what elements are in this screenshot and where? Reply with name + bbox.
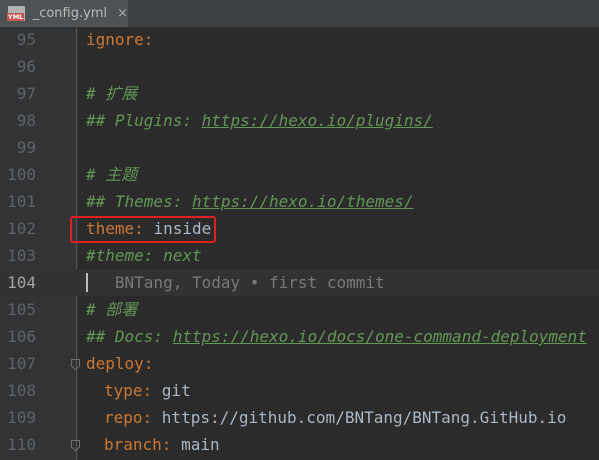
yaml-key: ignore [86,30,144,49]
line-number: 98 [16,111,36,130]
code-line[interactable]: 101 ## Themes: https://hexo.io/themes/ [0,188,599,215]
editor-tab-bar: YML _config.yml × [0,0,599,28]
line-code: # 主题 [86,161,137,188]
code-line[interactable]: 110 branch: main [0,431,599,458]
yaml-punctuation: : [143,30,154,49]
highlight-box [70,216,216,243]
yaml-punctuation: : [161,435,182,454]
line-code: BNTang, Today • first commit [86,269,385,296]
line-number: 102 [7,219,36,238]
code-line[interactable]: 97 # 扩展 [0,80,599,107]
code-line[interactable]: 95 ignore: [0,26,599,53]
code-comment: #theme: next [86,246,202,265]
yaml-punctuation: : [142,381,162,400]
yaml-key: deploy [86,354,144,373]
fold-marker-icon[interactable] [71,440,80,451]
line-code: # 扩展 [86,80,137,107]
tab-config-yml[interactable]: YML _config.yml × [0,0,128,27]
code-line[interactable]: 99 [0,134,599,161]
yaml-punctuation: : [143,354,154,373]
line-code: ## Plugins: https://hexo.io/plugins/ [86,107,433,134]
code-line[interactable]: 103 #theme: next [0,242,599,269]
tab-title: _config.yml [32,6,108,21]
code-comment: # 扩展 [86,84,138,103]
code-editor[interactable]: 95 ignore: 96 97 # 扩展 98 ## Plugins: https://h… [0,28,599,460]
code-comment: ## Docs: [86,327,173,346]
line-code: # 部署 [86,296,137,323]
line-code: deploy: [86,350,153,377]
line-number: 101 [7,192,36,211]
code-line[interactable]: 107 deploy: [0,350,599,377]
yaml-file-icon-label: YML [7,13,25,21]
yaml-punctuation: : [142,408,162,427]
code-line[interactable]: 98 ## Plugins: https://hexo.io/plugins/ [0,107,599,134]
line-number: 99 [16,138,36,157]
line-code: #theme: next [86,242,202,269]
yaml-file-icon: YML [7,6,25,21]
close-icon[interactable]: × [117,6,128,21]
line-number: 95 [16,30,36,49]
comment-link[interactable]: https://hexo.io/plugins/ [202,111,433,130]
yaml-value: https://github.com/BNTang/BNTang.GitHub.… [161,408,567,427]
line-number: 97 [16,84,36,103]
line-number: 109 [7,408,36,427]
code-comment: # 主题 [86,165,138,184]
line-number: 108 [7,381,36,400]
git-blame-annotation: BNTang, Today • first commit [86,273,385,292]
line-code: ignore: [86,26,153,53]
line-number: 100 [7,165,36,184]
comment-link[interactable]: https://hexo.io/docs/one-command-deploym… [173,327,587,346]
yaml-value: main [181,435,220,454]
comment-link[interactable]: https://hexo.io/themes/ [192,192,414,211]
code-comment: ## Themes: [86,192,192,211]
line-code: branch: main [104,431,220,458]
line-number: 96 [16,57,36,76]
code-line[interactable]: 108 type: git [0,377,599,404]
line-code: ## Docs: https://hexo.io/docs/one-comman… [86,323,587,350]
line-number: 110 [7,435,36,454]
line-code: type: git [104,377,191,404]
line-number: 105 [7,300,36,319]
code-line[interactable]: 106 ## Docs: https://hexo.io/docs/one-com… [0,323,599,350]
fold-marker-icon[interactable] [71,359,80,370]
line-number: 106 [7,327,36,346]
code-line[interactable]: 109 repo: https://github.com/BNTang/BNTan… [0,404,599,431]
yaml-key: type [104,381,143,400]
code-comment: ## Plugins: [86,111,202,130]
line-number: 103 [7,246,36,265]
yaml-key: repo [104,408,143,427]
code-comment: # 部署 [86,300,138,319]
line-code: ## Themes: https://hexo.io/themes/ [86,188,414,215]
yaml-value: git [161,381,191,400]
line-number: 104 [7,273,36,292]
code-line[interactable]: 105 # 部署 [0,296,599,323]
code-line[interactable]: 100 # 主题 [0,161,599,188]
yaml-key: branch [104,435,162,454]
line-code: repo: https://github.com/BNTang/BNTang.G… [104,404,566,431]
line-number: 107 [7,354,36,373]
code-line[interactable]: 96 [0,53,599,80]
code-line[interactable]: 104 BNTang, Today • first commit [0,269,599,296]
